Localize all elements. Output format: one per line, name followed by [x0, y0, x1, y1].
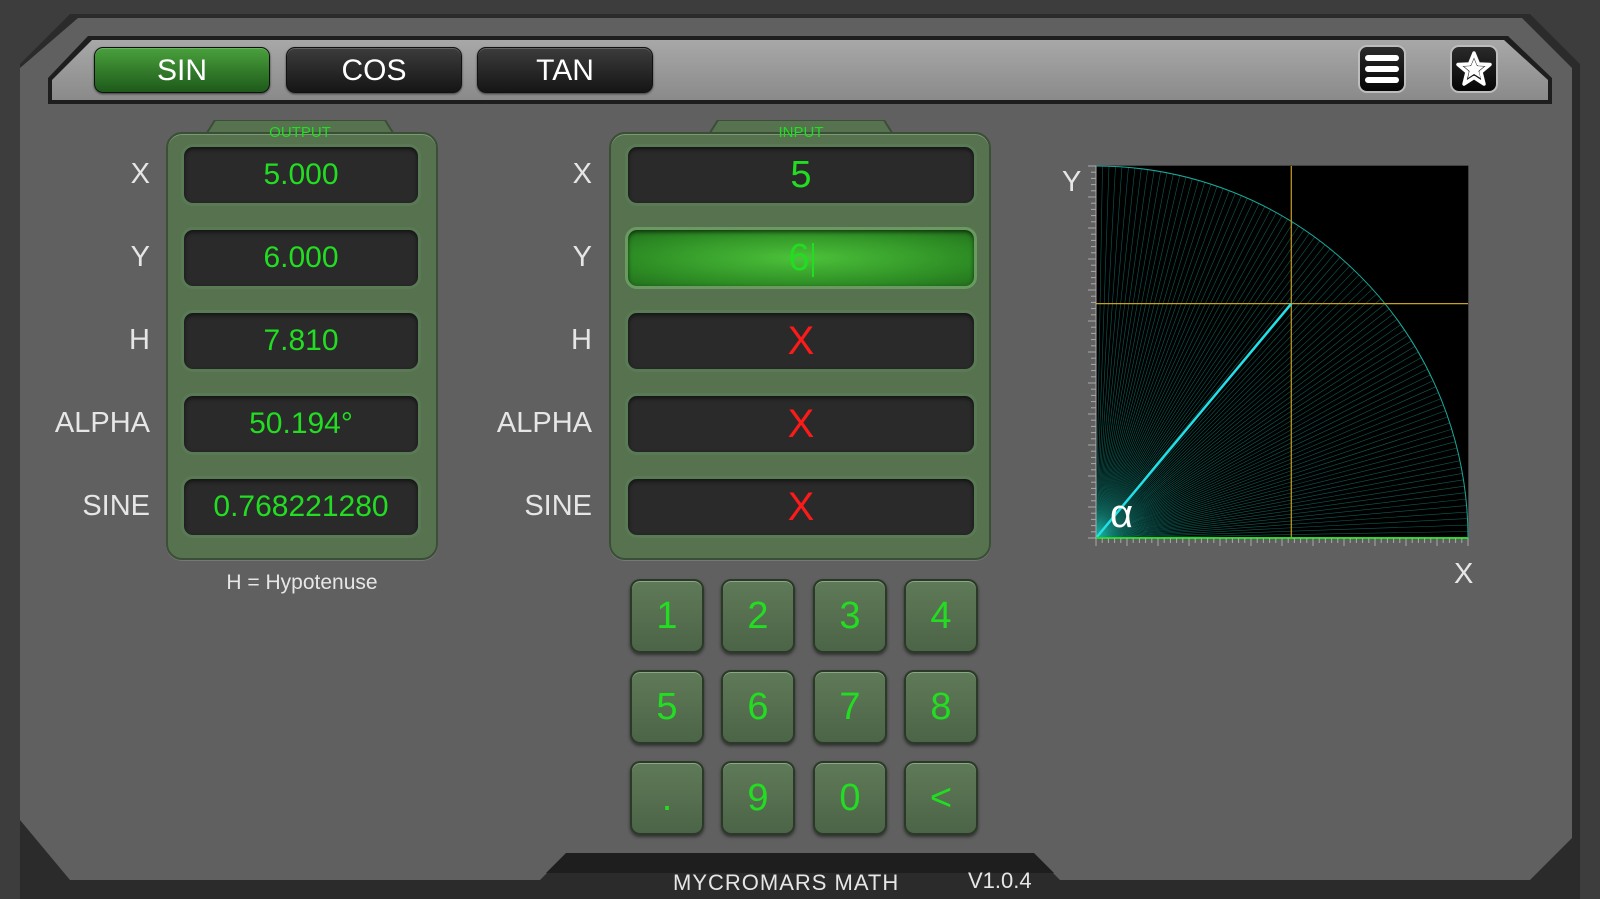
output-label-x: X	[130, 158, 150, 190]
key-5[interactable]: 5	[630, 670, 704, 744]
app-name: MYCROMARS MATH	[673, 870, 900, 895]
input-h-field[interactable]: X	[625, 310, 977, 372]
input-sine-field[interactable]: X	[625, 476, 977, 538]
angle-alpha-symbol: α	[1110, 492, 1134, 536]
key-6[interactable]: 6	[721, 670, 795, 744]
graph-x-label: X	[1454, 558, 1474, 590]
star-icon	[1456, 51, 1492, 86]
hypotenuse-note: H = Hypotenuse	[226, 571, 378, 594]
key-4[interactable]: 4	[904, 579, 978, 653]
output-title: OUTPUT	[269, 124, 331, 141]
output-label-alpha: ALPHA	[54, 407, 150, 439]
input-y-value: 6	[788, 237, 810, 279]
input-label-h: H	[571, 324, 592, 356]
key-3[interactable]: 3	[813, 579, 887, 653]
key-decimal[interactable]: .	[630, 761, 704, 835]
key-8[interactable]: 8	[904, 670, 978, 744]
graph-y-label: Y	[1062, 166, 1082, 198]
input-y-field[interactable]: 6	[625, 227, 977, 289]
key-0[interactable]: 0	[813, 761, 887, 835]
app-version: V1.0.4	[968, 868, 1032, 893]
favorite-button[interactable]	[1450, 45, 1498, 93]
input-label-alpha: ALPHA	[496, 407, 592, 439]
output-sine-value: 0.768221280	[181, 476, 421, 538]
input-sine-value: X	[787, 485, 815, 529]
text-cursor	[811, 242, 814, 277]
input-alpha-field[interactable]: X	[625, 393, 977, 455]
input-x-value: 5	[790, 154, 812, 196]
output-h-value: 7.810	[181, 310, 421, 372]
input-x-field[interactable]: 5	[625, 144, 977, 206]
output-y-value: 6.000	[181, 227, 421, 289]
output-alpha-value: 50.194°	[181, 393, 421, 455]
output-label-sine: SINE	[82, 490, 150, 522]
input-label-x: X	[572, 158, 592, 190]
key-backspace[interactable]: <	[904, 761, 978, 835]
key-7[interactable]: 7	[813, 670, 887, 744]
key-9[interactable]: 9	[721, 761, 795, 835]
input-label-y: Y	[572, 241, 592, 273]
input-h-value: X	[787, 319, 815, 363]
output-label-y: Y	[130, 241, 150, 273]
input-alpha-value: X	[787, 402, 815, 446]
menu-button[interactable]	[1358, 45, 1406, 93]
tab-sin[interactable]: SIN	[94, 47, 270, 93]
triangle-graph	[1088, 165, 1469, 546]
tab-cos[interactable]: COS	[286, 47, 462, 93]
input-label-sine: SINE	[524, 490, 592, 522]
key-2[interactable]: 2	[721, 579, 795, 653]
key-1[interactable]: 1	[630, 579, 704, 653]
output-label-h: H	[129, 324, 150, 356]
input-title: INPUT	[778, 124, 824, 141]
output-x-value: 5.000	[181, 144, 421, 206]
menu-icon	[1365, 55, 1399, 83]
tab-tan[interactable]: TAN	[477, 47, 653, 93]
